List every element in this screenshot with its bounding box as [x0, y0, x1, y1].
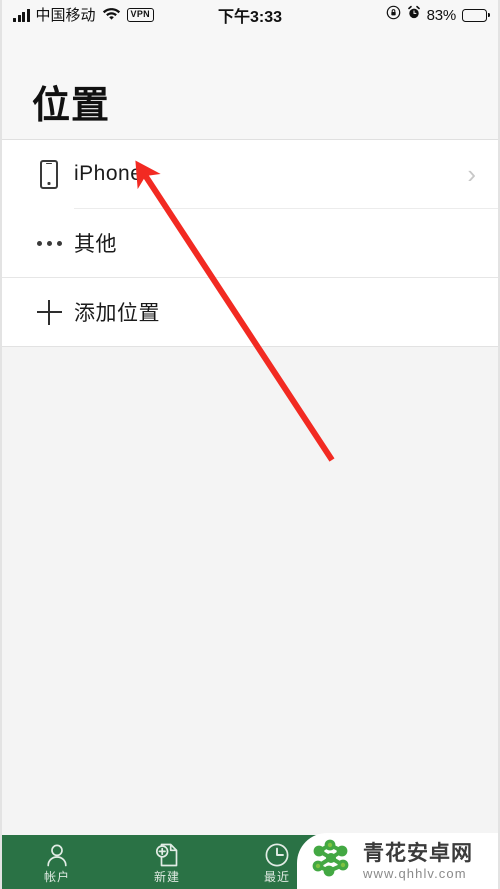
page-title: 位置: [32, 85, 111, 127]
tab-label: 最近: [263, 870, 290, 884]
tab-label: 新建: [153, 870, 180, 884]
tab-label: 帐户: [43, 870, 70, 884]
signal-bars-icon: [13, 8, 30, 22]
list-item-add-location[interactable]: 添加位置: [2, 278, 498, 346]
list-item-label: iPhone: [74, 162, 143, 185]
bottom-tab-bar: 帐户 新建 最近 青花安卓网 www.qhhlv.com: [2, 833, 498, 889]
site-watermark: 青花安卓网 www.qhhlv.com: [297, 833, 498, 889]
status-bar: 中国移动 VPN 下午3:33 83%: [2, 0, 498, 30]
list-item-other[interactable]: 其他: [2, 209, 498, 277]
tab-new[interactable]: 新建: [112, 841, 222, 883]
ellipsis-icon: [24, 240, 74, 246]
new-document-plus-icon: [153, 841, 181, 869]
phone-screen: 中国移动 VPN 下午3:33 83% 位置 iPhone › 其他 添加位置 …: [0, 0, 500, 889]
vpn-badge: VPN: [126, 8, 154, 22]
list-item-iphone[interactable]: iPhone ›: [2, 140, 498, 208]
list-bottom-border: [2, 346, 498, 347]
status-bar-right: 83%: [386, 5, 490, 25]
tab-account[interactable]: 帐户: [2, 841, 112, 883]
watermark-url: www.qhhlv.com: [363, 865, 467, 881]
battery-icon: [462, 8, 490, 22]
alarm-clock-icon: [407, 5, 421, 25]
chevron-right-icon: ›: [467, 159, 476, 189]
clock-recent-icon: [263, 841, 291, 869]
location-list: iPhone › 其他 添加位置: [2, 140, 498, 347]
page-header: 位置: [2, 30, 498, 140]
wifi-icon: [102, 6, 121, 25]
carrier-label: 中国移动: [35, 6, 96, 24]
list-item-label: 添加位置: [74, 302, 160, 325]
watermark-title: 青花安卓网: [363, 841, 473, 865]
qinghua-molecule-logo-icon: [309, 839, 355, 884]
battery-percent-label: 83%: [426, 6, 457, 24]
status-bar-left: 中国移动 VPN: [13, 6, 154, 25]
device-phone-icon: [24, 159, 74, 189]
list-item-label: 其他: [74, 233, 117, 256]
plus-icon: [24, 300, 74, 325]
rotation-lock-icon: [386, 5, 401, 25]
person-icon: [43, 841, 71, 869]
watermark-text: 青花安卓网 www.qhhlv.com: [363, 843, 473, 880]
